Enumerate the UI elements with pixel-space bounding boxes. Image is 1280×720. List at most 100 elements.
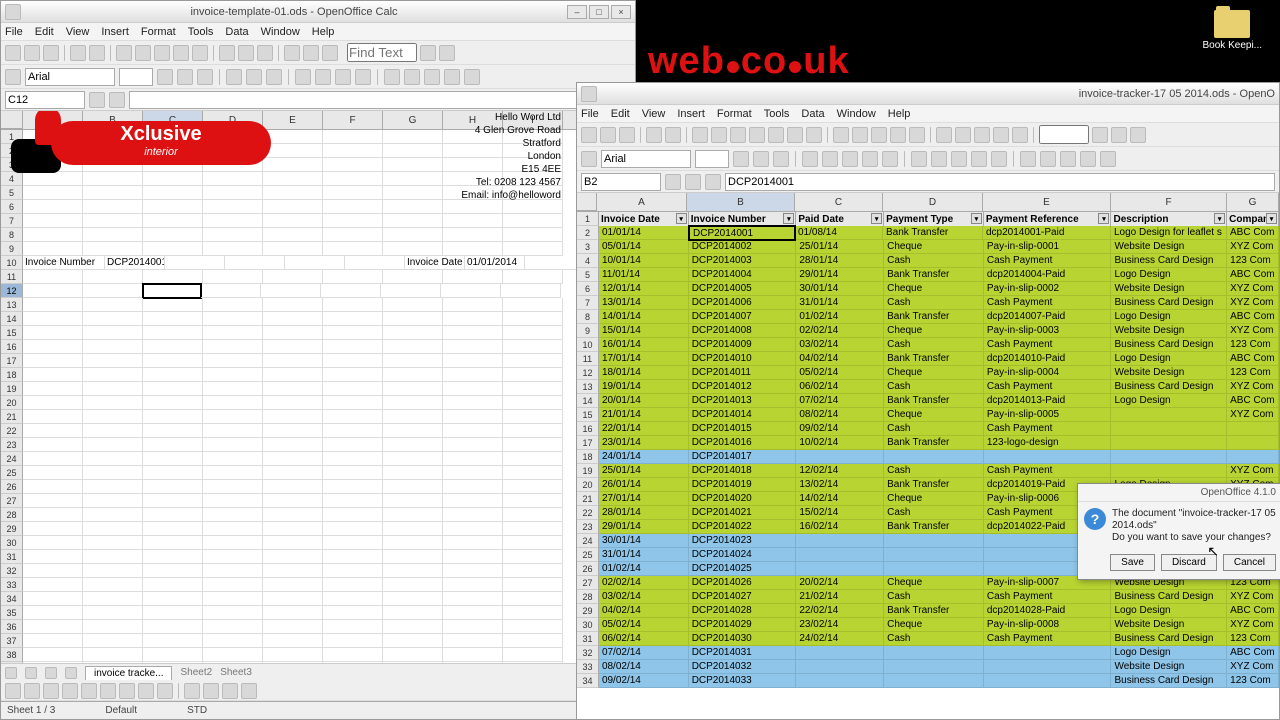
data-cell[interactable]: Cheque <box>884 576 984 590</box>
data-cell[interactable]: DCP2014027 <box>689 590 797 604</box>
data-cell[interactable]: ABC Com <box>1227 394 1279 408</box>
row-header[interactable]: 14 <box>577 394 599 408</box>
align-right-icon[interactable] <box>842 151 858 167</box>
indent-inc-icon[interactable] <box>1040 151 1056 167</box>
data-cell[interactable]: Bank Transfer <box>884 394 984 408</box>
data-cell[interactable]: 13/02/14 <box>796 478 884 492</box>
row-header[interactable]: 15 <box>1 326 23 340</box>
cell[interactable] <box>383 620 443 634</box>
row-header[interactable]: 32 <box>577 646 599 660</box>
row-header[interactable]: 20 <box>1 396 23 410</box>
cell[interactable] <box>443 648 503 662</box>
cell[interactable] <box>83 494 143 508</box>
indent-dec-icon[interactable] <box>384 69 400 85</box>
data-cell[interactable]: Cash Payment <box>984 254 1112 268</box>
data-cell[interactable]: DCP2014020 <box>689 492 797 506</box>
menu-help[interactable]: Help <box>888 108 911 120</box>
cell[interactable] <box>323 634 383 648</box>
data-cell[interactable]: DCP2014022 <box>689 520 797 534</box>
cell[interactable] <box>203 340 263 354</box>
cell[interactable] <box>23 396 83 410</box>
cell[interactable] <box>203 564 263 578</box>
cell[interactable] <box>383 158 443 172</box>
data-cell[interactable]: DCP2014033 <box>689 674 797 688</box>
fx-wizard-icon[interactable] <box>665 174 681 190</box>
tab-nav-last-icon[interactable] <box>65 667 77 679</box>
cell[interactable] <box>383 186 443 200</box>
cell[interactable] <box>263 452 323 466</box>
data-cell[interactable]: Cash <box>884 380 984 394</box>
cell[interactable] <box>503 396 563 410</box>
row-header[interactable]: 9 <box>1 242 23 256</box>
row-header[interactable]: 23 <box>1 438 23 452</box>
menu-edit[interactable]: Edit <box>35 26 54 38</box>
data-cell[interactable]: 28/01/14 <box>599 506 689 520</box>
minimize-button[interactable]: – <box>567 5 587 19</box>
data-cell[interactable] <box>984 450 1112 464</box>
cell[interactable] <box>443 382 503 396</box>
data-cell[interactable]: Business Card Design <box>1111 674 1227 688</box>
data-cell[interactable]: 06/02/14 <box>599 632 689 646</box>
menu-window[interactable]: Window <box>837 108 876 120</box>
row-header[interactable]: 34 <box>1 592 23 606</box>
col-header-C[interactable]: C <box>795 193 883 211</box>
row-header[interactable]: 7 <box>1 214 23 228</box>
cell[interactable] <box>83 410 143 424</box>
cell[interactable] <box>263 382 323 396</box>
data-cell[interactable]: ABC Com <box>1227 646 1279 660</box>
cell[interactable] <box>83 214 143 228</box>
find-prev-icon[interactable] <box>1111 127 1127 143</box>
data-cell[interactable]: ABC Com <box>1227 310 1279 324</box>
data-cell[interactable]: 123 Com <box>1227 632 1279 646</box>
data-cell[interactable] <box>984 674 1112 688</box>
data-cell[interactable]: 26/01/14 <box>599 478 689 492</box>
menu-file[interactable]: File <box>581 108 599 120</box>
cell[interactable] <box>323 312 383 326</box>
cell[interactable] <box>203 522 263 536</box>
row-header[interactable]: 20 <box>577 478 599 492</box>
row-header[interactable]: 4 <box>577 254 599 268</box>
menu-format[interactable]: Format <box>717 108 752 120</box>
cell[interactable] <box>203 270 263 284</box>
cell[interactable] <box>441 284 501 298</box>
cell[interactable] <box>23 312 83 326</box>
cell[interactable] <box>143 480 203 494</box>
cell-reference-input[interactable] <box>581 173 661 191</box>
cell[interactable] <box>263 606 323 620</box>
cell[interactable] <box>323 172 383 186</box>
standard-icon[interactable] <box>951 151 967 167</box>
cell[interactable] <box>143 200 203 214</box>
data-cell[interactable]: 30/01/14 <box>599 534 689 548</box>
data-cell[interactable]: 22/01/14 <box>599 422 689 436</box>
right-spreadsheet[interactable]: ABCDEFG 1Invoice Date▾Invoice Number▾Pai… <box>577 193 1279 719</box>
column-filter-invoice-number[interactable]: Invoice Number▾ <box>689 212 797 226</box>
cell[interactable] <box>503 228 563 242</box>
col-header-G[interactable]: G <box>383 111 443 129</box>
cell[interactable] <box>263 480 323 494</box>
stars-icon[interactable] <box>157 683 173 699</box>
row-header[interactable]: 25 <box>1 466 23 480</box>
data-cell[interactable]: Business Card Design <box>1111 296 1227 310</box>
data-cell[interactable]: Website Design <box>1111 660 1227 674</box>
paste-icon[interactable] <box>749 127 765 143</box>
menu-data[interactable]: Data <box>225 26 248 38</box>
cell[interactable] <box>263 340 323 354</box>
find-icon[interactable] <box>284 45 300 61</box>
data-cell[interactable]: 31/01/14 <box>599 548 689 562</box>
cell[interactable] <box>143 298 203 312</box>
cell[interactable] <box>323 480 383 494</box>
cell[interactable] <box>83 382 143 396</box>
cell[interactable] <box>443 200 503 214</box>
fromfile-icon[interactable] <box>222 683 238 699</box>
cell[interactable] <box>23 550 83 564</box>
cell[interactable] <box>263 396 323 410</box>
data-cell[interactable]: Cash Payment <box>984 590 1112 604</box>
data-cell[interactable]: 21/01/14 <box>599 408 689 422</box>
cell[interactable] <box>263 536 323 550</box>
cell[interactable] <box>503 466 563 480</box>
row-header[interactable]: 19 <box>1 382 23 396</box>
row-header[interactable]: 13 <box>577 380 599 394</box>
row-header[interactable]: 30 <box>1 536 23 550</box>
data-cell[interactable]: 01/01/14 <box>599 226 689 240</box>
cell[interactable] <box>263 438 323 452</box>
